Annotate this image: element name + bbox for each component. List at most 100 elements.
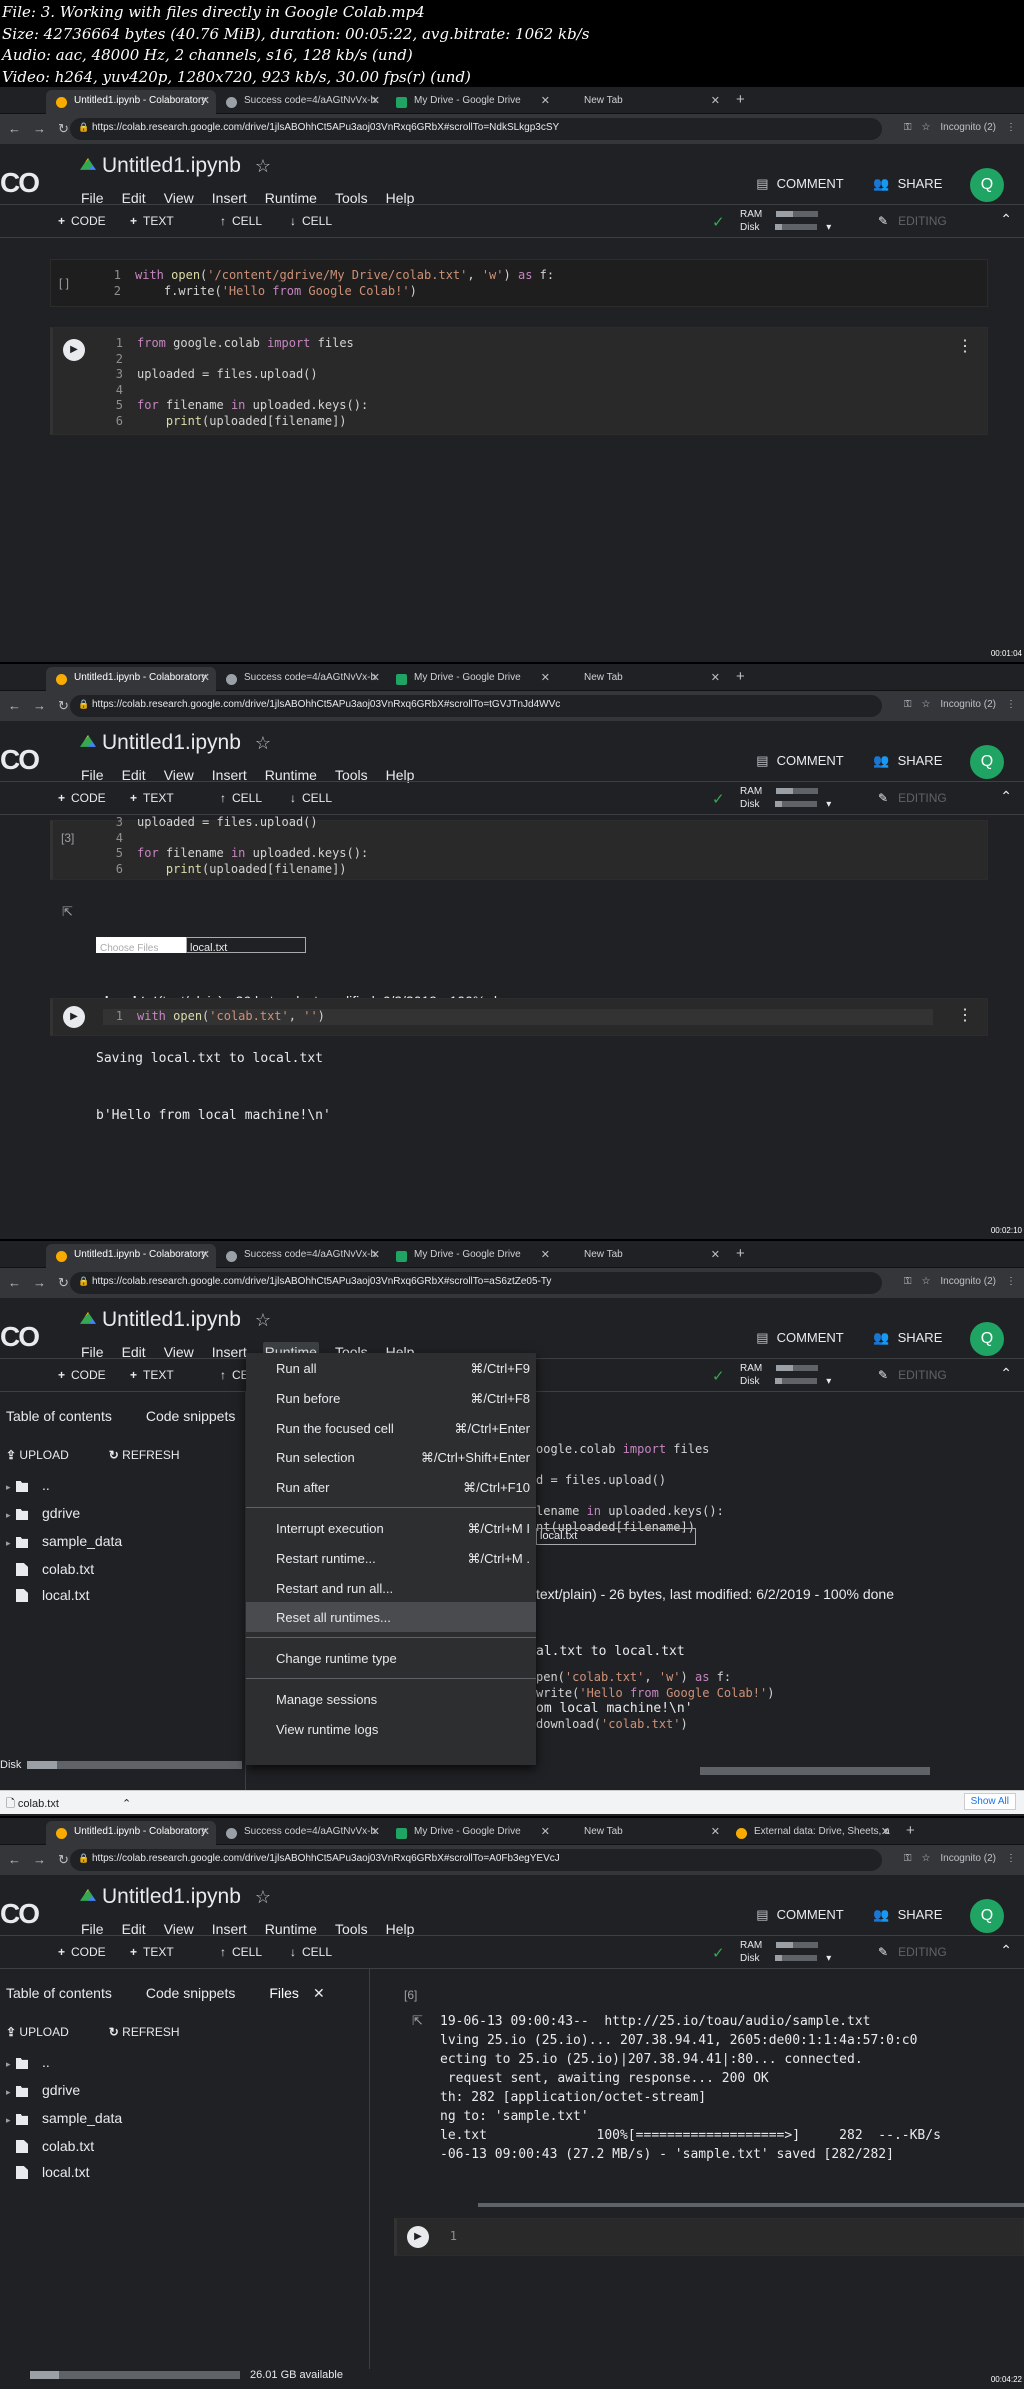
- bookmark-star-icon[interactable]: ☆: [921, 1276, 930, 1287]
- file-tree-item[interactable]: colab.txt: [6, 1556, 122, 1582]
- notebook-title[interactable]: Untitled1.ipynb ☆: [80, 1885, 271, 1909]
- file-tree-item[interactable]: ▸ sample_data: [6, 2105, 122, 2133]
- comment-button[interactable]: ▤ COMMENT: [756, 753, 843, 769]
- browser-tab-newtab[interactable]: New Tab ✕: [556, 90, 726, 114]
- upload-button[interactable]: ⇪ UPLOAD: [6, 1448, 89, 1462]
- browser-tab-success[interactable]: Success code=4/aAGtNvVx-h ✕: [216, 90, 386, 114]
- collapse-header-icon[interactable]: ⌃: [1000, 1942, 1012, 1959]
- run-cell-play-icon[interactable]: ▶: [63, 339, 85, 361]
- file-tree-item[interactable]: ▸..: [6, 2049, 122, 2077]
- tab-code-snippets[interactable]: Code snippets: [146, 1408, 236, 1424]
- move-cell-up-button[interactable]: ↑CELL: [220, 214, 262, 228]
- add-code-button[interactable]: + CODE: [58, 214, 106, 228]
- code-cell-active[interactable]: ▶ ⋮ 1 from google.colab import files 2 3 upl…: [50, 327, 988, 435]
- cell-more-icon[interactable]: ⋮: [957, 1005, 973, 1025]
- ram-disk-indicator[interactable]: RAM Disk ▾: [740, 1362, 831, 1388]
- browser-tab-success[interactable]: Success code=4/aAGtNvVx-h ✕: [216, 1821, 386, 1845]
- browser-tab-colab[interactable]: Untitled1.ipynb - Colaboratory ✕: [46, 1821, 216, 1845]
- url-field[interactable]: 🔒 https://colab.research.google.com/drive…: [70, 1849, 882, 1871]
- browser-tab-newtab[interactable]: New Tab ✕: [556, 1244, 726, 1268]
- ram-disk-indicator[interactable]: RAM Disk ▾: [740, 1939, 831, 1965]
- code-cell-active[interactable]: ▶ 1: [394, 2218, 1024, 2256]
- ram-disk-indicator[interactable]: RAM Disk ▾: [740, 208, 831, 234]
- new-tab-icon[interactable]: +: [906, 1822, 915, 1839]
- runtime-menu-item[interactable]: Change runtime type: [246, 1643, 536, 1673]
- add-code-button[interactable]: + CODE: [58, 1368, 106, 1382]
- avatar[interactable]: Q: [970, 1899, 1004, 1933]
- editing-mode-button[interactable]: ✎ EDITING: [878, 1945, 947, 1959]
- refresh-button[interactable]: ↻ REFRESH: [109, 2025, 200, 2039]
- file-tree-item[interactable]: ▸ gdrive: [6, 2077, 122, 2105]
- close-tab-icon[interactable]: ✕: [371, 671, 380, 684]
- tab-code-snippets[interactable]: Code snippets: [146, 1985, 236, 2001]
- browser-tab-colab[interactable]: Untitled1.ipynb - Colaboratory ✕: [46, 1244, 216, 1268]
- menu-dots-icon[interactable]: ⋮: [1006, 1853, 1016, 1864]
- browser-tab-drive[interactable]: My Drive - Google Drive ✕: [386, 90, 556, 114]
- file-tree-item[interactable]: colab.txt: [6, 2133, 122, 2159]
- runtime-menu-item[interactable]: Restart and run all...: [246, 1573, 536, 1603]
- close-tab-icon[interactable]: ✕: [881, 1825, 890, 1838]
- runtime-menu-item[interactable]: Run before ⌘/Ctrl+F8: [246, 1383, 536, 1413]
- runtime-menu-item[interactable]: Reset all runtimes...: [246, 1602, 536, 1633]
- add-text-button[interactable]: + TEXT: [130, 791, 174, 805]
- add-code-button[interactable]: + CODE: [58, 1945, 106, 1959]
- close-tab-icon[interactable]: ✕: [541, 94, 550, 107]
- share-button[interactable]: 👥 SHARE: [873, 753, 942, 769]
- close-sidebar-icon[interactable]: ✕: [313, 1985, 325, 2001]
- key-icon[interactable]: ⚿: [904, 1276, 912, 1287]
- star-icon[interactable]: ☆: [255, 1310, 271, 1330]
- browser-tab-colab[interactable]: Untitled1.ipynb - Colaboratory ✕: [46, 90, 216, 114]
- bookmark-star-icon[interactable]: ☆: [921, 122, 930, 133]
- editing-mode-button[interactable]: ✎ EDITING: [878, 1368, 947, 1382]
- comment-button[interactable]: ▤ COMMENT: [756, 1330, 843, 1346]
- notebook-title[interactable]: Untitled1.ipynb ☆: [80, 154, 271, 178]
- code-editor[interactable]: pen('colab.txt', 'w') as f: write('Hello …: [536, 1639, 774, 1763]
- browser-tab-external[interactable]: External data: Drive, Sheets, a ✕: [726, 1821, 896, 1845]
- file-tree-item[interactable]: local.txt: [6, 2159, 122, 2185]
- move-cell-down-button[interactable]: ↓CELL: [290, 214, 332, 228]
- show-all-button[interactable]: Show All: [963, 1793, 1016, 1810]
- runtime-menu-item[interactable]: Run the focused cell ⌘/Ctrl+Enter: [246, 1413, 536, 1443]
- editing-mode-button[interactable]: ✎ EDITING: [878, 791, 947, 805]
- output-clear-icon[interactable]: ⇱: [412, 2013, 423, 2029]
- chevron-up-icon[interactable]: ⌃: [122, 1798, 131, 1810]
- move-cell-down-button[interactable]: ↓CELL: [290, 791, 332, 805]
- notebook-title[interactable]: Untitled1.ipynb ☆: [80, 731, 271, 755]
- chevron-down-icon[interactable]: ▾: [826, 799, 831, 810]
- chevron-down-icon[interactable]: ▾: [826, 222, 831, 233]
- star-icon[interactable]: ☆: [255, 733, 271, 753]
- close-tab-icon[interactable]: ✕: [541, 1248, 550, 1261]
- add-text-button[interactable]: + TEXT: [130, 1945, 174, 1959]
- horizontal-scrollbar[interactable]: [478, 2203, 1024, 2207]
- code-cell[interactable]: [ ] 1 with open('/content/gdrive/My Drive…: [50, 259, 988, 307]
- chevron-down-icon[interactable]: ▾: [826, 1376, 831, 1387]
- choose-files-button[interactable]: Choose Files: [96, 936, 186, 954]
- close-tab-icon[interactable]: ✕: [711, 1825, 720, 1838]
- close-tab-icon[interactable]: ✕: [711, 94, 720, 107]
- cell-more-icon[interactable]: ⋮: [957, 336, 973, 356]
- browser-tab-success[interactable]: Success code=4/aAGtNvVx-h ✕: [216, 667, 386, 691]
- close-tab-icon[interactable]: ✕: [711, 671, 720, 684]
- chevron-down-icon[interactable]: ▾: [826, 1953, 831, 1964]
- downloaded-file[interactable]: 🗋 colab.txt ⌃: [6, 1795, 131, 1814]
- tab-files[interactable]: Files: [269, 1985, 299, 2001]
- close-tab-icon[interactable]: ✕: [201, 1825, 210, 1838]
- move-cell-down-button[interactable]: ↓CELL: [290, 1945, 332, 1959]
- browser-tab-drive[interactable]: My Drive - Google Drive ✕: [386, 667, 556, 691]
- horizontal-scrollbar[interactable]: [700, 1767, 930, 1775]
- new-tab-icon[interactable]: +: [736, 91, 745, 108]
- code-editor[interactable]: 3 uploaded = files.upload() 4 5 for filename…: [103, 815, 368, 877]
- key-icon[interactable]: ⚿: [904, 1853, 912, 1864]
- url-field[interactable]: 🔒 https://colab.research.google.com/drive…: [70, 1272, 882, 1294]
- share-button[interactable]: 👥 SHARE: [873, 1907, 942, 1923]
- url-field[interactable]: 🔒 https://colab.research.google.com/drive…: [70, 118, 882, 140]
- upload-button[interactable]: ⇪ UPLOAD: [6, 2025, 89, 2039]
- avatar[interactable]: Q: [970, 745, 1004, 779]
- avatar[interactable]: Q: [970, 168, 1004, 202]
- browser-tab-drive[interactable]: My Drive - Google Drive ✕: [386, 1244, 556, 1268]
- browser-tab-newtab[interactable]: New Tab ✕: [556, 667, 726, 691]
- runtime-menu-item[interactable]: View runtime logs: [246, 1714, 536, 1744]
- new-tab-icon[interactable]: +: [736, 668, 745, 685]
- file-tree-item[interactable]: ▸ gdrive: [6, 1500, 122, 1528]
- run-cell-play-icon[interactable]: ▶: [407, 2226, 429, 2248]
